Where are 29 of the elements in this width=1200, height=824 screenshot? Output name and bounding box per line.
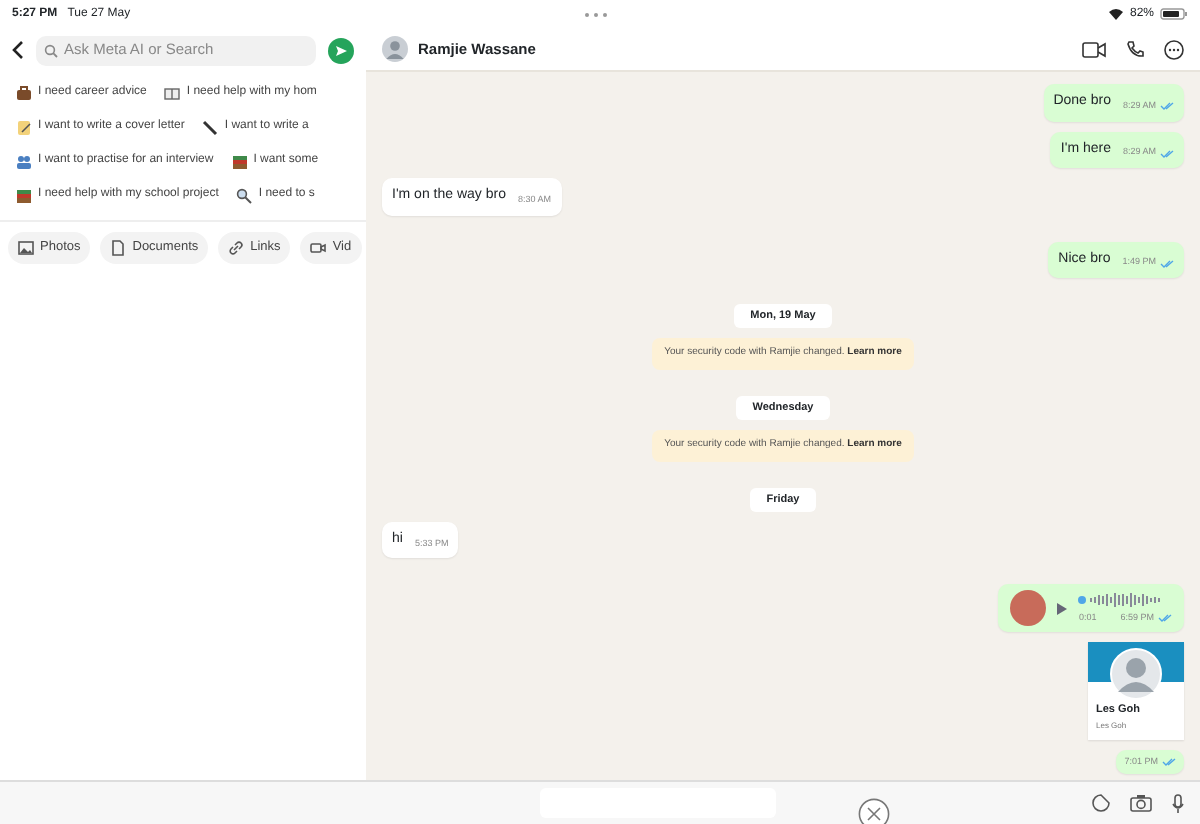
camera-icon[interactable] <box>1130 794 1152 812</box>
back-icon[interactable] <box>12 40 24 60</box>
close-icon[interactable] <box>858 798 890 824</box>
sender-photo-placeholder <box>1010 590 1047 627</box>
document-icon <box>110 239 127 256</box>
more-dots-icon <box>584 11 609 17</box>
image-icon <box>18 239 34 256</box>
play-icon[interactable] <box>1056 601 1069 616</box>
books-icon <box>16 187 32 203</box>
microphone-icon[interactable] <box>1172 793 1184 813</box>
people-icon <box>16 153 32 169</box>
battery-icon <box>1160 8 1188 20</box>
sticker-icon[interactable] <box>1092 794 1110 812</box>
notepad-icon <box>16 119 32 135</box>
meta-ai-button-icon[interactable] <box>328 37 354 63</box>
books-icon <box>231 153 248 169</box>
avatar-icon <box>382 36 408 62</box>
magnifier-icon <box>236 187 253 203</box>
contact-avatar-icon <box>1110 648 1162 701</box>
pen-icon <box>202 119 219 135</box>
video-call-icon[interactable] <box>1082 41 1106 57</box>
link-icon <box>228 239 245 256</box>
book-icon <box>164 85 181 101</box>
wifi-icon <box>1107 8 1124 20</box>
briefcase-icon <box>16 85 32 101</box>
phone-icon[interactable] <box>1126 40 1144 58</box>
search-icon <box>44 43 58 57</box>
more-options-icon[interactable] <box>1164 39 1184 59</box>
video-camera-icon <box>310 239 327 256</box>
